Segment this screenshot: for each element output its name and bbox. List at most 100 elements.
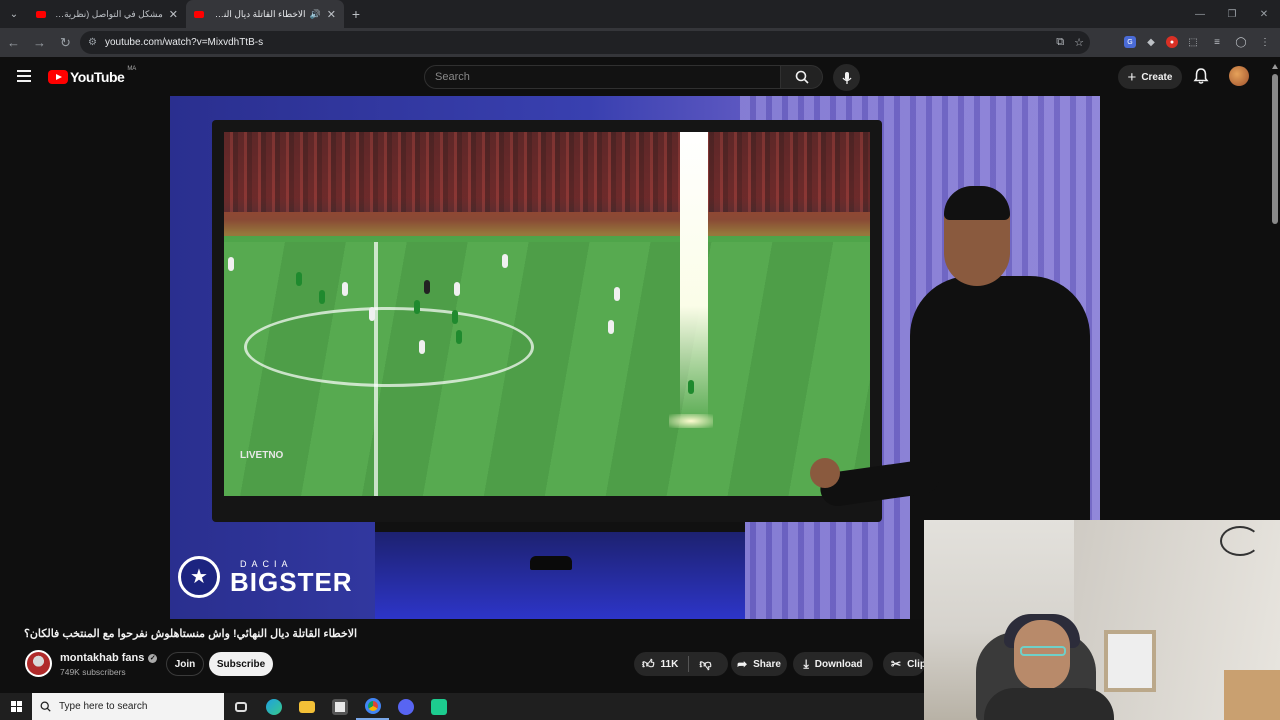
- football-player: [608, 320, 614, 334]
- account-avatar[interactable]: [1229, 66, 1249, 86]
- file-explorer-icon[interactable]: [290, 693, 323, 720]
- subscribe-button[interactable]: Subscribe: [209, 652, 273, 676]
- football-player: [614, 287, 620, 301]
- search-icon: [795, 70, 809, 84]
- football-player: [228, 257, 234, 271]
- reload-icon[interactable]: ↻: [53, 30, 78, 55]
- search-icon: [40, 701, 51, 712]
- match-footage: LIVETNO: [224, 132, 870, 496]
- clip-button[interactable]: ✂ Clip: [883, 652, 926, 676]
- create-label: Create: [1141, 71, 1173, 83]
- highlight-spot: [669, 414, 713, 428]
- thumbs-up-icon[interactable]: 👍︎: [642, 657, 655, 672]
- voice-search-button[interactable]: [833, 64, 860, 91]
- youtube-play-icon: [48, 70, 68, 84]
- like-divider: [688, 656, 690, 672]
- presenter-hand: [810, 458, 840, 488]
- streamer-glasses: [1020, 646, 1066, 656]
- close-window-icon[interactable]: ✕: [1248, 0, 1280, 28]
- football-player: [414, 300, 420, 314]
- window-controls: — ❐ ✕: [1184, 0, 1280, 28]
- forward-icon[interactable]: →: [27, 30, 52, 55]
- football-player: [342, 282, 348, 296]
- install-app-icon[interactable]: ⧉: [1056, 36, 1064, 49]
- center-circle: [244, 307, 534, 387]
- tab-search-icon[interactable]: ⌄: [0, 0, 28, 28]
- profile-icon[interactable]: ◯: [1232, 32, 1250, 52]
- like-count[interactable]: 11K: [661, 659, 679, 670]
- restore-icon[interactable]: ❐: [1216, 0, 1248, 28]
- chrome-icon[interactable]: [356, 693, 389, 720]
- address-bar[interactable]: ⚙ youtube.com/watch?v=MixvdhTtB-s ⧉ ☆: [80, 31, 1090, 54]
- football-player: [456, 330, 462, 344]
- green-app-icon[interactable]: [422, 693, 455, 720]
- omnibox-actions: ⧉ ☆: [1056, 36, 1084, 49]
- football-player: [688, 380, 694, 394]
- search-input[interactable]: Search: [424, 65, 781, 89]
- edge-browser-icon[interactable]: [257, 693, 290, 720]
- browser-tab-strip: ⌄ مشكل في التواصل (نظرية البراكة)… ✕ الا…: [0, 0, 1280, 28]
- audio-playing-icon[interactable]: 🔊: [310, 9, 321, 20]
- taskbar-search-placeholder: Type here to search: [59, 701, 148, 712]
- scrollbar-thumb[interactable]: [1272, 74, 1278, 224]
- share-button[interactable]: ➦ Share: [731, 652, 787, 676]
- thumbs-down-icon[interactable]: 👎︎: [699, 657, 711, 672]
- back-icon[interactable]: ←: [1, 30, 26, 55]
- wall-frame: [1104, 630, 1156, 692]
- football-player: [296, 272, 302, 286]
- youtube-favicon-icon: [194, 10, 204, 18]
- scroll-up-icon[interactable]: [1272, 64, 1278, 69]
- create-button[interactable]: + Create: [1118, 65, 1182, 89]
- join-button[interactable]: Join: [166, 652, 204, 676]
- football-logo-icon: [178, 556, 220, 598]
- tab-title: الاخطاء القاتلة ديال النهائي!…: [212, 8, 306, 19]
- taskbar-search-input[interactable]: Type here to search: [32, 693, 224, 720]
- windows-start-icon[interactable]: [0, 693, 32, 720]
- close-tab-icon[interactable]: ✕: [327, 8, 336, 21]
- download-button[interactable]: ⤓ Download: [793, 652, 873, 676]
- video-title: الاخطاء القاتلة ديال النهائي! واش منستاه…: [24, 628, 358, 640]
- studio-tv-screen: LIVETNO: [212, 120, 882, 522]
- football-player: [452, 310, 458, 324]
- region-code: MA: [127, 66, 137, 72]
- share-arrow-icon: ➦: [737, 657, 748, 671]
- microphone-icon: [841, 71, 852, 84]
- verified-check-icon: ✓: [148, 653, 158, 663]
- red-extension-icon[interactable]: ●: [1166, 36, 1178, 48]
- page-scrollbar[interactable]: [1270, 64, 1280, 520]
- shelf: [1224, 670, 1280, 720]
- bookmark-star-icon[interactable]: ☆: [1074, 36, 1084, 49]
- microsoft-store-icon[interactable]: [323, 693, 356, 720]
- notifications-bell-icon[interactable]: [1192, 67, 1210, 85]
- subscriber-count: 749K subscribers: [60, 667, 126, 677]
- channel-avatar[interactable]: [25, 650, 52, 677]
- more-menu-icon[interactable]: ⋮: [1256, 32, 1274, 52]
- menu-icon[interactable]: [17, 70, 31, 82]
- football-player: [419, 340, 425, 354]
- translate-extension-icon[interactable]: G: [1124, 36, 1136, 48]
- site-info-icon[interactable]: ⚙: [88, 37, 97, 48]
- youtube-logo[interactable]: YouTube MA: [48, 66, 137, 85]
- tv-stand: [375, 522, 745, 619]
- football-player: [502, 254, 508, 268]
- share-label: Share: [753, 658, 781, 670]
- ad-board: [224, 212, 870, 236]
- tab-title: مشكل في التواصل (نظرية البراكة)…: [54, 8, 163, 19]
- discord-icon[interactable]: [389, 693, 422, 720]
- new-tab-button[interactable]: +: [344, 0, 368, 28]
- browser-toolbar: ← → ↻ ⚙ youtube.com/watch?v=MixvdhTtB-s …: [0, 28, 1280, 57]
- like-dislike-control: 👍︎ 11K 👎︎: [634, 652, 728, 676]
- extensions-puzzle-icon[interactable]: ⬚: [1184, 32, 1202, 52]
- task-view-icon[interactable]: [224, 693, 257, 720]
- reading-list-icon[interactable]: ≡: [1208, 32, 1226, 52]
- channel-name[interactable]: montakhab fans: [60, 652, 144, 664]
- search-button[interactable]: [781, 65, 823, 89]
- close-tab-icon[interactable]: ✕: [169, 8, 178, 21]
- tab-active[interactable]: الاخطاء القاتلة ديال النهائي!… 🔊 ✕: [186, 0, 344, 28]
- channel-name-row[interactable]: montakhab fans ✓: [60, 652, 158, 664]
- streamer-shirt: [984, 688, 1114, 720]
- logo-text: YouTube: [70, 69, 125, 85]
- tab-inactive[interactable]: مشكل في التواصل (نظرية البراكة)… ✕: [28, 0, 186, 28]
- diamond-extension-icon[interactable]: ◆: [1142, 32, 1160, 52]
- minimize-icon[interactable]: —: [1184, 0, 1216, 28]
